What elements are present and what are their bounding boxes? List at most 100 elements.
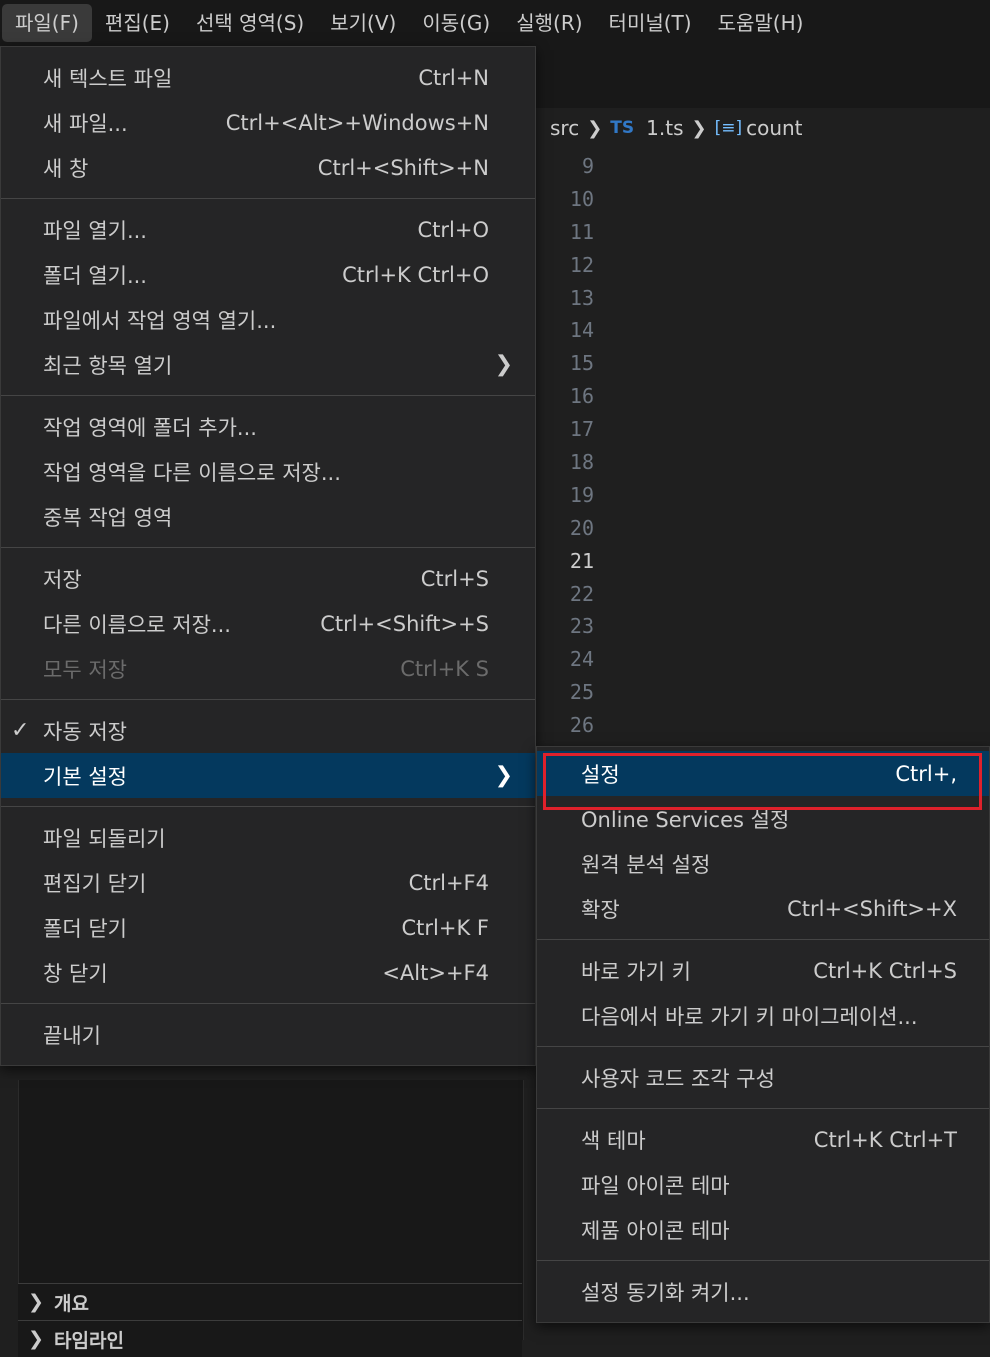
line-number: 20 (569, 515, 594, 540)
menu-item-기본-설정[interactable]: 기본 설정 ❯ (1, 753, 535, 798)
menu-item-label: 새 파일... (43, 111, 128, 136)
line-number: 11 (569, 219, 594, 244)
menu-item-label: 작업 영역에 폴더 추가... (43, 415, 257, 440)
menubar-go[interactable]: 이동(G) (409, 4, 503, 42)
breadcrumb-file[interactable]: 1.ts (646, 116, 683, 140)
menu-item-shortcut: Ctrl+S (420, 566, 489, 591)
menubar-view[interactable]: 보기(V) (317, 4, 409, 42)
menu-item-색-테마[interactable]: 색 테마 Ctrl+K Ctrl+T (537, 1117, 989, 1162)
menu-item-label: Online Services 설정 (581, 807, 790, 832)
chevron-right-icon: ❯ (28, 1291, 44, 1313)
menu-item-작업-영역에-폴더-추가[interactable]: 작업 영역에 폴더 추가... (1, 404, 535, 449)
menu-item-설정-동기화-켜기[interactable]: 설정 동기화 켜기... (537, 1269, 989, 1314)
menubar-file[interactable]: 파일(F) (2, 4, 92, 42)
menu-item-label: 편집기 닫기 (43, 871, 147, 896)
menu-item-label: 다음에서 바로 가기 키 마이그레이션... (581, 1004, 918, 1029)
check-icon: ✓ (11, 718, 30, 743)
menu-item-label: 모두 저장 (43, 657, 127, 682)
timeline-label: 타임라인 (54, 1329, 124, 1352)
menu-separator (537, 939, 989, 940)
menu-item-label: 저장 (43, 567, 82, 592)
menu-item-작업-영역을-다른-이름으로-저장[interactable]: 작업 영역을 다른 이름으로 저장... (1, 449, 535, 494)
menu-separator (1, 395, 535, 396)
menu-item-label: 바로 가기 키 (581, 959, 691, 984)
menu-item-창-닫기[interactable]: 창 닫기 <Alt>+F4 (1, 950, 535, 995)
menu-item-확장[interactable]: 확장 Ctrl+<Shift>+X (537, 886, 989, 931)
menu-item-폴더-닫기[interactable]: 폴더 닫기 Ctrl+K F (1, 905, 535, 950)
menu-item-중복-작업-영역[interactable]: 중복 작업 영역 (1, 494, 535, 539)
menubar-edit[interactable]: 편집(E) (92, 4, 183, 42)
menu-item-설정[interactable]: 설정 Ctrl+, (537, 751, 989, 796)
menu-item-파일-아이콘-테마[interactable]: 파일 아이콘 테마 (537, 1162, 989, 1207)
timeline-section-header[interactable]: ❯ 타임라인 (18, 1320, 522, 1357)
menu-item-새-텍스트-파일[interactable]: 새 텍스트 파일 Ctrl+N (1, 55, 535, 100)
menu-item-바로-가기-키[interactable]: 바로 가기 키 Ctrl+K Ctrl+S (537, 948, 989, 993)
chevron-right-icon: ❯ (691, 117, 707, 139)
menu-item-shortcut: Ctrl+<Alt>+Windows+N (225, 110, 489, 135)
menu-item-최근-항목-열기[interactable]: 최근 항목 열기 ❯ (1, 342, 535, 387)
menu-item-모두-저장: 모두 저장 Ctrl+K S (1, 646, 535, 691)
menu-item-label: 새 창 (43, 156, 89, 181)
line-number: 16 (569, 384, 594, 409)
menu-item-자동-저장[interactable]: ✓ 자동 저장 (1, 708, 535, 753)
menu-item-새-파일[interactable]: 새 파일... Ctrl+<Alt>+Windows+N (1, 100, 535, 145)
line-number: 26 (569, 713, 594, 738)
menu-item-저장[interactable]: 저장 Ctrl+S (1, 556, 535, 601)
menu-item-shortcut: Ctrl+K Ctrl+S (813, 958, 957, 983)
menu-separator (1, 806, 535, 807)
menu-item-label: 원격 분석 설정 (581, 852, 711, 877)
outline-label: 개요 (54, 1292, 89, 1315)
menu-item-label: 새 텍스트 파일 (43, 66, 173, 91)
menu-item-파일에서-작업-영역-열기[interactable]: 파일에서 작업 영역 열기... (1, 297, 535, 342)
menu-item-shortcut: <Alt>+F4 (382, 960, 489, 985)
breadcrumb-symbol[interactable]: count (746, 116, 802, 140)
chevron-right-icon: ❯ (494, 352, 513, 377)
menu-item-label: 최근 항목 열기 (43, 353, 173, 378)
menu-item-shortcut: Ctrl+<Shift>+S (320, 611, 489, 636)
menubar-run[interactable]: 실행(R) (503, 4, 595, 42)
menu-item-label: 다른 이름으로 저장... (43, 612, 231, 637)
outline-section-header[interactable]: ❯ 개요 (18, 1283, 522, 1320)
menu-item-파일-열기[interactable]: 파일 열기... Ctrl+O (1, 207, 535, 252)
menu-item-label: 파일 아이콘 테마 (581, 1173, 730, 1198)
menu-item-끝내기[interactable]: 끝내기 (1, 1012, 535, 1057)
menu-item-label: 자동 저장 (43, 719, 127, 744)
line-number: 10 (569, 186, 594, 211)
menu-item-label: 설정 동기화 켜기... (581, 1280, 750, 1305)
menu-item-편집기-닫기[interactable]: 편집기 닫기 Ctrl+F4 (1, 860, 535, 905)
line-number: 12 (569, 252, 594, 277)
menu-item-다음에서-바로-가기-키-마이그레이션[interactable]: 다음에서 바로 가기 키 마이그레이션... (537, 993, 989, 1038)
menu-item-다른-이름으로-저장[interactable]: 다른 이름으로 저장... Ctrl+<Shift>+S (1, 601, 535, 646)
variable-symbol-icon: [≡] (714, 118, 743, 138)
menu-item-shortcut: Ctrl+O (417, 217, 490, 242)
menu-item-online-services-설정[interactable]: Online Services 설정 (537, 796, 989, 841)
chevron-right-icon: ❯ (587, 117, 603, 139)
line-number: 19 (569, 482, 594, 507)
menu-item-label: 끝내기 (43, 1023, 101, 1048)
line-number: 15 (569, 351, 594, 376)
menubar-selection[interactable]: 선택 영역(S) (183, 4, 317, 42)
editor-tab-bar (536, 46, 990, 108)
menu-item-파일-되돌리기[interactable]: 파일 되돌리기 (1, 815, 535, 860)
breadcrumb-folder[interactable]: src (550, 116, 579, 140)
chevron-right-icon: ❯ (494, 763, 513, 788)
menu-item-shortcut: Ctrl+, (895, 761, 957, 786)
menu-item-제품-아이콘-테마[interactable]: 제품 아이콘 테마 (537, 1207, 989, 1252)
menu-separator (537, 1108, 989, 1109)
line-number: 14 (569, 318, 594, 343)
preferences-submenu: 설정 Ctrl+, Online Services 설정원격 분석 설정확장 Ctrl… (536, 746, 990, 1323)
menu-item-shortcut: Ctrl+<Shift>+X (787, 896, 957, 921)
menu-item-label: 창 닫기 (43, 961, 108, 986)
menu-item-사용자-코드-조각-구성[interactable]: 사용자 코드 조각 구성 (537, 1055, 989, 1100)
menu-item-label: 사용자 코드 조각 구성 (581, 1066, 775, 1091)
menubar-help[interactable]: 도움말(H) (705, 4, 817, 42)
line-number: 21 (569, 548, 594, 573)
line-number: 13 (569, 285, 594, 310)
menu-item-폴더-열기[interactable]: 폴더 열기... Ctrl+K Ctrl+O (1, 252, 535, 297)
menu-item-원격-분석-설정[interactable]: 원격 분석 설정 (537, 841, 989, 886)
breadcrumb: src ❯ TS 1.ts ❯ [≡] count (536, 108, 990, 148)
menu-item-label: 기본 설정 (43, 764, 127, 789)
menu-item-label: 설정 (581, 762, 620, 787)
menubar-terminal[interactable]: 터미널(T) (596, 4, 705, 42)
menu-item-새-창[interactable]: 새 창 Ctrl+<Shift>+N (1, 145, 535, 190)
